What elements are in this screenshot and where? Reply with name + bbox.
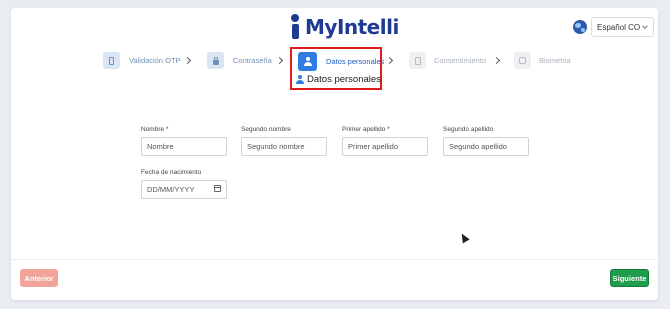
nombre-label: Nombre * [141,126,169,133]
primer-apellido-label: Primer apellido * [342,126,390,133]
anterior-button[interactable]: Anterior [20,269,58,287]
segundo-nombre-label: Segundo nombre [241,126,291,133]
phone-icon [103,52,120,69]
fecha-nacimiento-label: Fecha de nacimiento [141,169,202,176]
segundo-apellido-field: Segundo apellido Segundo apellido [443,126,529,156]
nombre-input[interactable]: Nombre [141,137,227,156]
document-icon [409,52,426,69]
siguiente-button[interactable]: Siguiente [610,269,649,287]
footer-divider [11,259,658,260]
step-label: Validación OTP [129,56,181,65]
globe-icon [573,20,587,34]
segundo-apellido-input[interactable]: Segundo apellido [443,137,529,156]
step-consentimiento[interactable]: Consentimiento [409,52,486,69]
primer-apellido-input[interactable]: Primer apellido [342,137,428,156]
step-label: Contraseña [233,56,272,65]
primer-apellido-field: Primer apellido * Primer apellido [342,126,428,156]
step-biometria[interactable]: Biometria [514,52,571,69]
myintelli-logo: MyIntelli [288,14,399,40]
language-switcher[interactable]: Español CO [573,17,654,37]
current-section-title: Datos personales [296,74,381,85]
fecha-nacimiento-field: Fecha de nacimiento DD/MM/YYYY [141,169,227,199]
chevron-down-icon [642,23,648,29]
lock-icon [207,52,224,69]
user-icon [296,75,304,84]
logo-text: MyIntelli [305,15,399,39]
segundo-nombre-field: Segundo nombre Segundo nombre [241,126,327,156]
calendar-icon[interactable] [214,185,221,192]
current-section-label: Datos personales [307,74,381,85]
logo-mark-icon [288,14,302,40]
step-label: Biometria [539,56,571,65]
language-select[interactable]: Español CO [591,17,654,37]
nombre-field: Nombre * Nombre [141,126,227,156]
step-contrasena[interactable]: Contraseña [207,52,272,69]
language-selected: Español CO [597,22,641,32]
step-validacion-otp[interactable]: Validación OTP [103,52,181,69]
segundo-nombre-input[interactable]: Segundo nombre [241,137,327,156]
fingerprint-icon [514,52,531,69]
segundo-apellido-label: Segundo apellido [443,126,494,133]
step-label: Consentimiento [434,56,487,65]
